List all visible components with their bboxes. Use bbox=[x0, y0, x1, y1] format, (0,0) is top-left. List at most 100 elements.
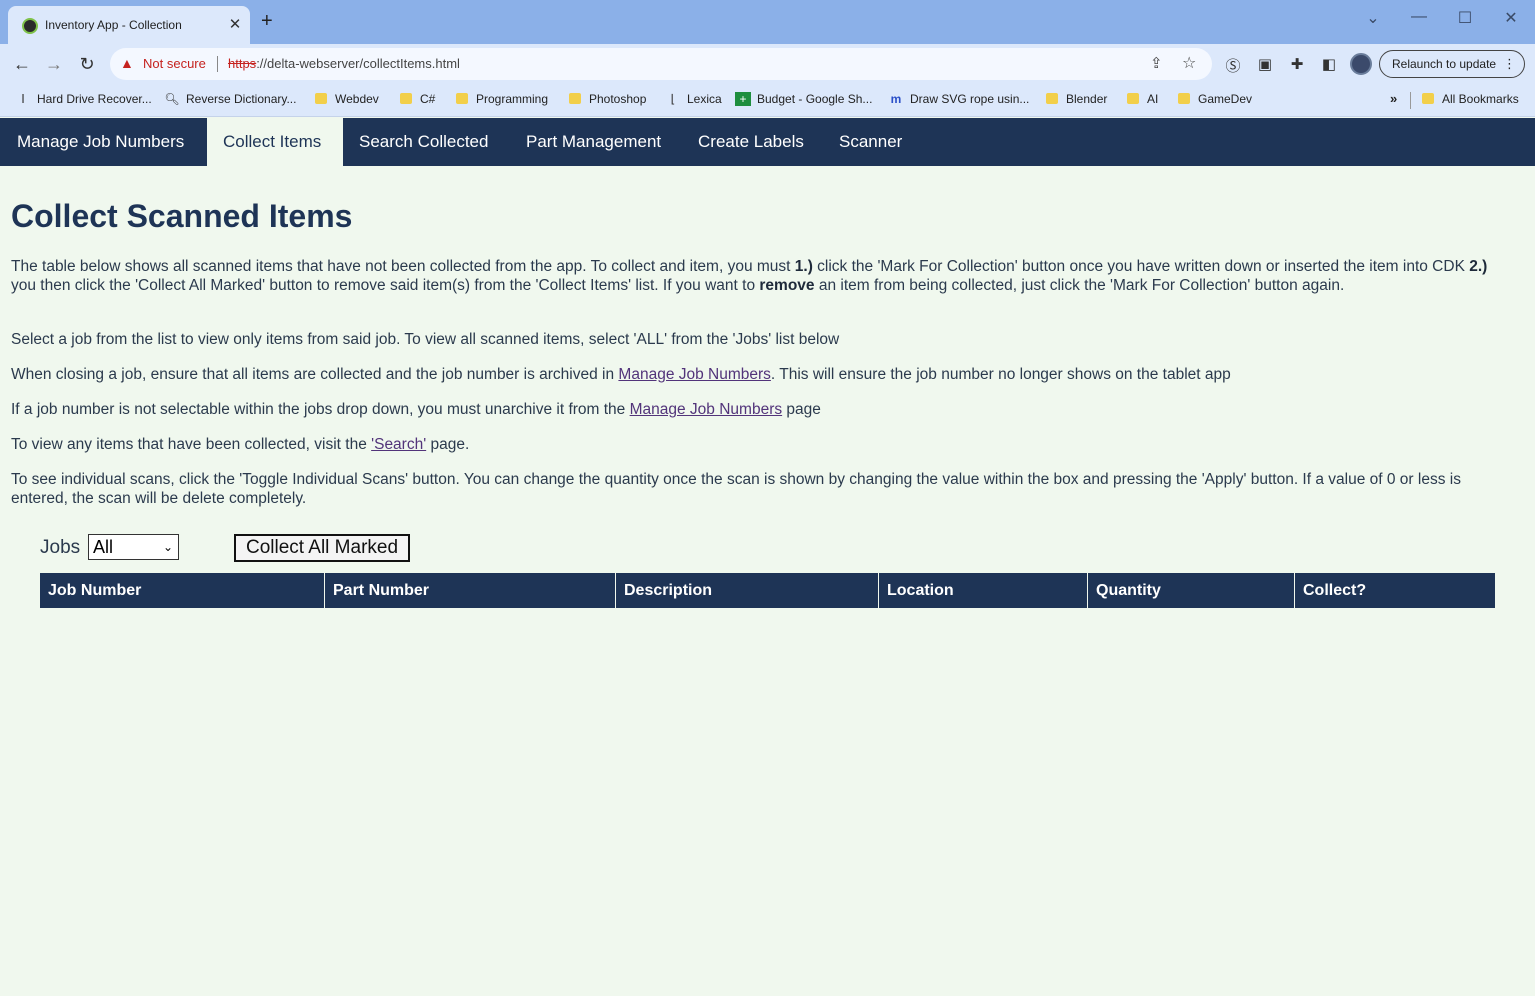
nav-tab-search-collected[interactable]: Search Collected bbox=[343, 118, 510, 166]
folder-icon bbox=[1046, 93, 1058, 104]
p4-text-a: If a job number is not selectable within… bbox=[11, 401, 630, 418]
p3-text-a: When closing a job, ensure that all item… bbox=[11, 366, 619, 383]
browser-toolbar: ← → ↻ ▲ Not secure https://delta-webserv… bbox=[0, 44, 1535, 84]
browser-tab[interactable]: Inventory App - Collection ✕ bbox=[8, 6, 250, 44]
bookmark-item[interactable]: + Budget - Google Sh... bbox=[735, 92, 872, 106]
profile-avatar[interactable] bbox=[1350, 53, 1372, 75]
step-2-label: 2.) bbox=[1469, 258, 1488, 275]
forward-icon[interactable]: → bbox=[42, 53, 66, 75]
p5-text-b: page. bbox=[426, 436, 470, 453]
url-path: ://delta-webserver/collectItems.html bbox=[256, 56, 460, 71]
close-window-icon[interactable]: ✕ bbox=[1496, 8, 1526, 28]
folder-icon bbox=[400, 93, 412, 104]
magnifier-icon: 🔍︎ bbox=[164, 92, 180, 106]
nav-tab-part-management[interactable]: Part Management bbox=[510, 118, 682, 166]
tab-search-icon[interactable]: ⌄ bbox=[1358, 8, 1388, 28]
url-text[interactable]: https://delta-webserver/collectItems.htm… bbox=[228, 56, 460, 71]
p3-text-b: . This will ensure the job number no lon… bbox=[770, 366, 1231, 383]
instructions-paragraph: The table below shows all scanned items … bbox=[11, 257, 1516, 295]
extensions-puzzle-icon[interactable]: ✚ bbox=[1287, 55, 1307, 73]
address-separator bbox=[217, 56, 218, 72]
bookmark-item[interactable]: Ⅰ Hard Drive Recover... bbox=[15, 92, 152, 106]
address-bar[interactable]: ▲ Not secure https://delta-webserver/col… bbox=[110, 48, 1212, 80]
bookmark-label: AI bbox=[1147, 92, 1159, 106]
bookmark-label: Hard Drive Recover... bbox=[37, 92, 152, 106]
folder-icon bbox=[456, 93, 468, 104]
manage-job-numbers-link[interactable]: Manage Job Numbers bbox=[618, 366, 771, 383]
bookmark-item[interactable]: m Draw SVG rope usin... bbox=[888, 92, 1030, 106]
p5-text-a: To view any items that have been collect… bbox=[11, 436, 372, 453]
bookmark-item[interactable]: 🔍︎ Reverse Dictionary... bbox=[164, 92, 296, 106]
bookmark-label: All Bookmarks bbox=[1442, 92, 1519, 106]
new-tab-icon[interactable]: + bbox=[261, 11, 273, 31]
bookmark-label: Programming bbox=[476, 92, 549, 106]
app-nav-bar: Manage Job Numbers Collect Items Search … bbox=[0, 118, 1535, 166]
bookmark-label: Lexica bbox=[687, 92, 722, 106]
lexica-icon: ⌊ bbox=[670, 92, 676, 106]
share-icon[interactable]: ⇪ bbox=[1150, 54, 1163, 72]
individual-scans-paragraph: To see individual scans, click the 'Togg… bbox=[11, 471, 1461, 507]
folder-icon bbox=[1178, 93, 1190, 104]
maximize-icon[interactable]: ☐ bbox=[1450, 8, 1480, 28]
nav-tab-manage-job-numbers[interactable]: Manage Job Numbers bbox=[0, 118, 207, 166]
nav-tab-collect-items[interactable]: Collect Items bbox=[207, 118, 343, 166]
search-page-link[interactable]: 'Search' bbox=[371, 436, 426, 453]
nav-tab-scanner[interactable]: Scanner bbox=[823, 118, 923, 166]
collect-all-marked-button[interactable]: Collect All Marked bbox=[234, 534, 410, 562]
side-panel-icon[interactable]: ◧ bbox=[1319, 55, 1339, 73]
bookmark-folder[interactable]: AI bbox=[1127, 92, 1158, 106]
mm-icon: m bbox=[890, 92, 902, 106]
step-1-label: 1.) bbox=[794, 258, 813, 275]
remove-emphasis: remove bbox=[759, 277, 815, 294]
column-header-location[interactable]: Location bbox=[879, 573, 1088, 608]
bookmark-folder[interactable]: GameDev bbox=[1178, 92, 1252, 106]
bookmark-label: Budget - Google Sh... bbox=[757, 92, 873, 106]
tab-title: Inventory App - Collection bbox=[45, 18, 182, 32]
p4-text-b: page bbox=[782, 401, 821, 418]
view-collected-paragraph: To view any items that have been collect… bbox=[11, 435, 469, 454]
browser-tabstrip: Inventory App - Collection ✕ + ⌄ — ☐ ✕ bbox=[0, 0, 1535, 44]
manage-job-numbers-link-2[interactable]: Manage Job Numbers bbox=[630, 401, 783, 418]
back-icon[interactable]: ← bbox=[10, 53, 34, 75]
app-favicon-icon bbox=[22, 18, 38, 34]
more-bookmarks-chevron-icon[interactable]: » bbox=[1390, 91, 1397, 106]
not-secure-label[interactable]: Not secure bbox=[143, 56, 206, 71]
jobs-selected-value: All bbox=[93, 537, 114, 557]
reload-icon[interactable]: ↻ bbox=[75, 53, 99, 75]
close-tab-icon[interactable]: ✕ bbox=[226, 15, 244, 33]
collect-table-header: Job Number Part Number Description Locat… bbox=[40, 573, 1495, 608]
p1-text-c: you then click the 'Collect All Marked' … bbox=[11, 277, 760, 294]
folder-icon bbox=[569, 93, 581, 104]
bookmark-folder[interactable]: Blender bbox=[1046, 92, 1107, 106]
column-header-collect[interactable]: Collect? bbox=[1295, 573, 1495, 608]
nav-tab-create-labels[interactable]: Create Labels bbox=[682, 118, 823, 166]
closing-job-paragraph: When closing a job, ensure that all item… bbox=[11, 365, 1231, 384]
extension-s-icon[interactable]: Ⓢ bbox=[1223, 55, 1243, 76]
column-header-quantity[interactable]: Quantity bbox=[1088, 573, 1295, 608]
bookmark-folder[interactable]: C# bbox=[400, 92, 435, 106]
column-header-description[interactable]: Description bbox=[616, 573, 879, 608]
bookmark-folder[interactable]: Programming bbox=[456, 92, 548, 106]
bookmark-star-icon[interactable]: ☆ bbox=[1182, 53, 1196, 73]
sheets-icon: + bbox=[735, 92, 751, 106]
bookmark-label: Webdev bbox=[335, 92, 379, 106]
warning-icon[interactable]: ▲ bbox=[120, 55, 134, 71]
bookmark-label: Blender bbox=[1066, 92, 1108, 106]
job-filter-paragraph: Select a job from the list to view only … bbox=[11, 331, 840, 348]
bookmark-item[interactable]: ⌊ Lexica bbox=[665, 92, 722, 106]
jobs-select[interactable]: All ⌄ bbox=[88, 534, 179, 560]
bookmark-label: Draw SVG rope usin... bbox=[910, 92, 1030, 106]
bookmarks-bar: Ⅰ Hard Drive Recover... 🔍︎ Reverse Diction… bbox=[0, 84, 1535, 117]
column-header-job-number[interactable]: Job Number bbox=[40, 573, 325, 608]
relaunch-label: Relaunch to update bbox=[1392, 57, 1497, 71]
bookmark-folder[interactable]: Photoshop bbox=[569, 92, 646, 106]
minimize-icon[interactable]: — bbox=[1404, 8, 1434, 26]
relaunch-button[interactable]: Relaunch to update ⋮ bbox=[1379, 50, 1525, 78]
folder-icon bbox=[1127, 93, 1139, 104]
bookmark-label: GameDev bbox=[1198, 92, 1253, 106]
column-header-part-number[interactable]: Part Number bbox=[325, 573, 616, 608]
extension-clip-icon[interactable]: ▣ bbox=[1255, 55, 1275, 73]
one-icon: Ⅰ bbox=[21, 92, 25, 106]
all-bookmarks-folder[interactable]: All Bookmarks bbox=[1422, 92, 1519, 106]
bookmark-folder[interactable]: Webdev bbox=[315, 92, 379, 106]
